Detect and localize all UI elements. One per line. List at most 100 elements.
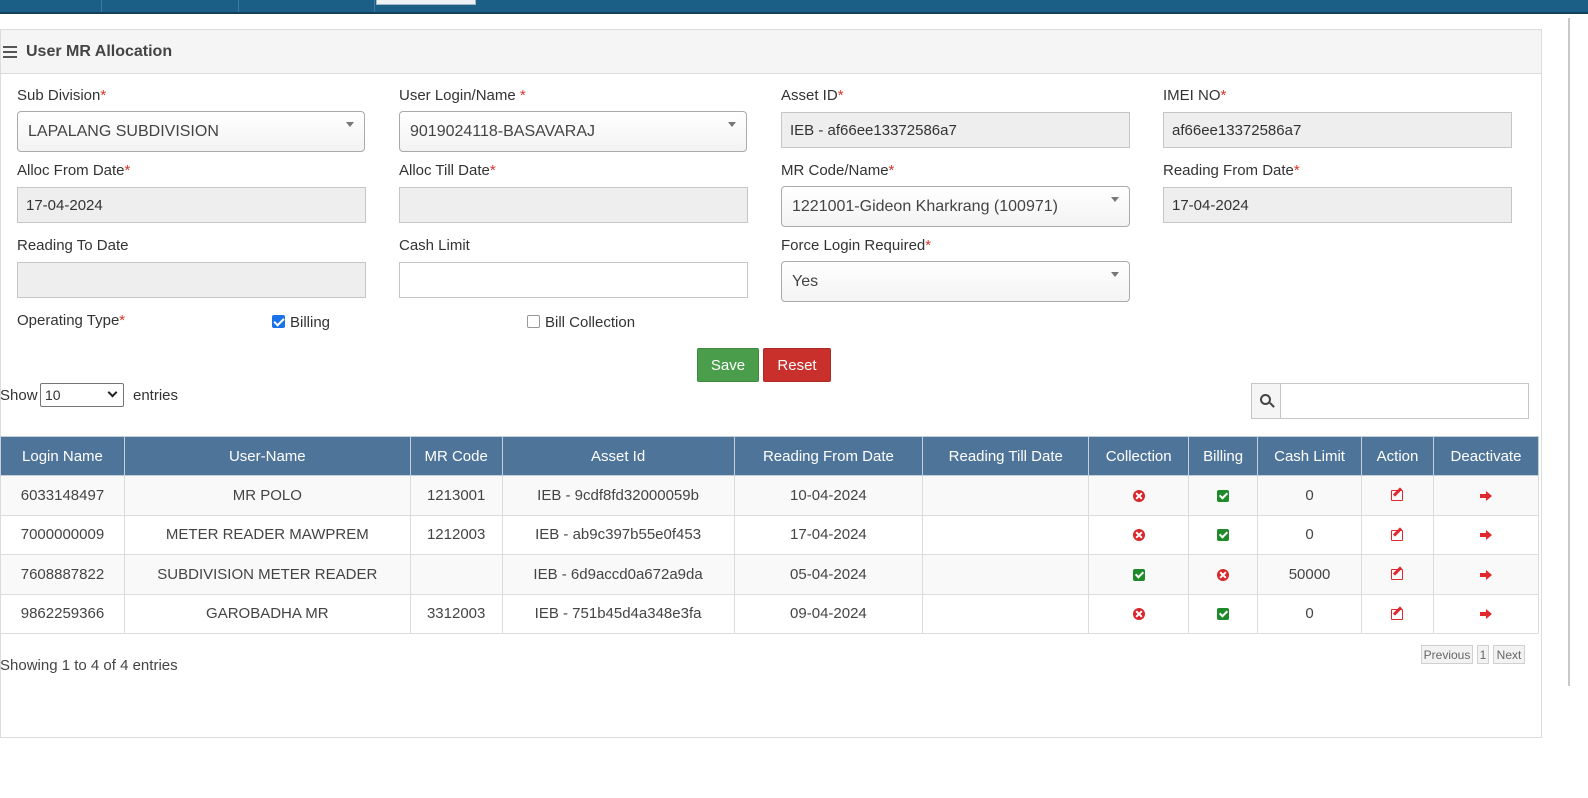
asset-id-cell: IEB - 9cdf8fd32000059b bbox=[501, 475, 735, 516]
user-login-label: User Login/Name * bbox=[399, 87, 526, 104]
bill-collection-checkbox-label: Bill Collection bbox=[545, 314, 636, 331]
reading-to-date-field[interactable] bbox=[17, 262, 366, 298]
imei-field[interactable]: af66ee13372586a7 bbox=[1163, 112, 1512, 148]
deactivate-cell bbox=[1432, 554, 1540, 595]
alloc-from-date-field[interactable]: 17-04-2024 bbox=[17, 187, 366, 223]
collection-cell bbox=[1088, 593, 1190, 634]
billing-cell bbox=[1188, 593, 1259, 634]
check-square-icon bbox=[1217, 608, 1230, 621]
sign-out-icon[interactable] bbox=[1479, 569, 1492, 580]
alloc-from-label: Alloc From Date* bbox=[17, 162, 131, 179]
bars-icon[interactable] bbox=[3, 45, 17, 58]
column-header[interactable]: Deactivate bbox=[1432, 436, 1540, 476]
previous-button[interactable]: Previous bbox=[1421, 645, 1473, 664]
column-header[interactable]: User-Name bbox=[123, 436, 411, 476]
reading-from-date-field[interactable]: 17-04-2024 bbox=[1163, 187, 1512, 223]
action-cell bbox=[1361, 475, 1434, 516]
mr-code-cell: 1212003 bbox=[409, 514, 503, 555]
deactivate-cell bbox=[1432, 475, 1540, 516]
sign-out-icon[interactable] bbox=[1479, 490, 1492, 501]
billing-checkbox-label: Billing bbox=[290, 314, 331, 331]
entries-label: entries bbox=[133, 387, 179, 404]
asset-id-cell: IEB - 751b45d4a348e3fa bbox=[501, 593, 735, 634]
column-header[interactable]: MR Code bbox=[409, 436, 503, 476]
column-header[interactable]: Reading From Date bbox=[733, 436, 924, 476]
reading-to-label: Reading To Date bbox=[17, 237, 129, 254]
action-cell bbox=[1361, 593, 1434, 634]
column-header[interactable]: Reading Till Date bbox=[922, 436, 1090, 476]
mr-code-cell bbox=[409, 554, 503, 595]
billing-checkbox[interactable] bbox=[272, 315, 285, 328]
user-name-cell: SUBDIVISION METER READER bbox=[123, 554, 411, 595]
times-circle-icon bbox=[1217, 568, 1230, 581]
chevron-down-icon bbox=[346, 122, 354, 127]
table-search[interactable] bbox=[1251, 383, 1529, 419]
next-button[interactable]: Next bbox=[1493, 645, 1525, 664]
page-size-select[interactable]: 10 bbox=[40, 383, 124, 407]
chevron-down-icon bbox=[107, 387, 118, 398]
edit-icon[interactable] bbox=[1391, 569, 1404, 581]
edit-icon[interactable] bbox=[1391, 608, 1404, 620]
reading-till-cell bbox=[922, 475, 1090, 516]
search-icon bbox=[1252, 384, 1281, 418]
sign-out-icon[interactable] bbox=[1479, 609, 1492, 620]
check-square-icon bbox=[1217, 489, 1230, 502]
check-square-icon bbox=[1217, 529, 1230, 542]
sub-division-select[interactable]: LAPALANG SUBDIVISION bbox=[17, 111, 365, 152]
allocation-table: Login Name User-Name MR Code Asset Id Re… bbox=[0, 436, 1540, 634]
column-header[interactable]: Action bbox=[1361, 436, 1434, 476]
column-header[interactable]: Cash Limit bbox=[1257, 436, 1363, 476]
navbar-divider bbox=[238, 0, 239, 12]
user-login-select[interactable]: 9019024118-BASAVARAJ bbox=[399, 111, 747, 152]
navbar-divider bbox=[101, 0, 102, 12]
alloc-till-date-field[interactable] bbox=[399, 187, 748, 223]
collection-cell bbox=[1088, 514, 1190, 555]
mr-code-select[interactable]: 1221001-Gideon Kharkrang (100971) bbox=[781, 186, 1130, 227]
force-login-label: Force Login Required* bbox=[781, 237, 932, 254]
billing-cell bbox=[1188, 475, 1259, 516]
sign-out-icon[interactable] bbox=[1479, 530, 1492, 541]
cash-limit-input[interactable] bbox=[399, 262, 748, 298]
bill-collection-checkbox[interactable] bbox=[527, 315, 540, 328]
column-header[interactable]: Login Name bbox=[0, 436, 125, 476]
edit-icon[interactable] bbox=[1391, 490, 1404, 502]
reading-from-cell: 05-04-2024 bbox=[733, 554, 924, 595]
column-header[interactable]: Collection bbox=[1088, 436, 1190, 476]
table-row: 7608887822 SUBDIVISION METER READER IEB … bbox=[0, 554, 1540, 595]
login-cell: 9862259366 bbox=[0, 593, 125, 634]
show-label: Show bbox=[0, 387, 38, 404]
reading-from-label: Reading From Date* bbox=[1163, 162, 1300, 179]
column-header[interactable]: Asset Id bbox=[501, 436, 735, 476]
action-cell bbox=[1361, 514, 1434, 555]
column-header[interactable]: Billing bbox=[1188, 436, 1259, 476]
times-circle-icon bbox=[1132, 489, 1145, 502]
asset-id-cell: IEB - ab9c397b55e0f453 bbox=[501, 514, 735, 555]
cash-limit-label: Cash Limit bbox=[399, 237, 470, 254]
deactivate-cell bbox=[1432, 514, 1540, 555]
reading-from-cell: 17-04-2024 bbox=[733, 514, 924, 555]
asset-id-field[interactable]: IEB - af66ee13372586a7 bbox=[781, 112, 1130, 148]
save-button[interactable]: Save bbox=[697, 348, 759, 382]
navbar-input[interactable] bbox=[376, 0, 476, 5]
cash-limit-cell: 0 bbox=[1257, 593, 1363, 634]
operating-type-label: Operating Type* bbox=[17, 312, 126, 329]
force-login-select[interactable]: Yes bbox=[781, 261, 1130, 302]
alloc-till-label: Alloc Till Date* bbox=[399, 162, 496, 179]
table-row: 6033148497 MR POLO 1213001 IEB - 9cdf8fd… bbox=[0, 475, 1540, 516]
reading-from-cell: 09-04-2024 bbox=[733, 593, 924, 634]
panel-title: User MR Allocation bbox=[26, 42, 173, 60]
page-1-button[interactable]: 1 bbox=[1477, 645, 1489, 664]
chevron-down-icon bbox=[728, 122, 736, 127]
reset-button[interactable]: Reset bbox=[763, 348, 831, 382]
scrollbar-thumb[interactable] bbox=[1568, 18, 1570, 686]
collection-cell bbox=[1088, 554, 1190, 595]
user-name-cell: GAROBADHA MR bbox=[123, 593, 411, 634]
deactivate-cell bbox=[1432, 593, 1540, 634]
panel-heading: User MR Allocation bbox=[1, 30, 1541, 74]
cash-limit-cell: 0 bbox=[1257, 514, 1363, 555]
reading-till-cell bbox=[922, 593, 1090, 634]
imei-label: IMEI NO* bbox=[1163, 87, 1227, 104]
edit-icon[interactable] bbox=[1391, 529, 1404, 541]
reading-till-cell bbox=[922, 554, 1090, 595]
cash-limit-cell: 0 bbox=[1257, 475, 1363, 516]
